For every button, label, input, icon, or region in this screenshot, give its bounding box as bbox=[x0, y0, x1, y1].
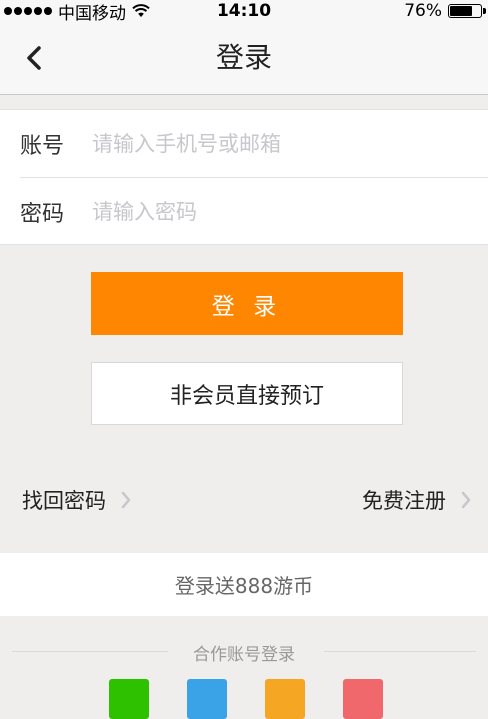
login-button[interactable]: 登 录 bbox=[91, 272, 403, 335]
register-label: 免费注册 bbox=[362, 489, 446, 513]
chevron-right-icon bbox=[460, 491, 472, 509]
forgot-password-link[interactable]: 找回密码 bbox=[22, 482, 132, 518]
alipay-icon[interactable] bbox=[343, 679, 383, 719]
promo-text: 登录送888游币 bbox=[174, 574, 314, 598]
account-label: 账号 bbox=[20, 134, 65, 159]
password-input[interactable] bbox=[92, 192, 488, 232]
password-label: 密码 bbox=[20, 202, 65, 227]
promo-banner: 登录送888游币 bbox=[0, 553, 488, 616]
account-row: 账号 bbox=[0, 110, 488, 178]
register-link[interactable]: 免费注册 bbox=[362, 482, 472, 518]
login-form: 账号 密码 bbox=[0, 109, 488, 245]
partner-login-title: 合作账号登录 bbox=[193, 645, 295, 665]
partner-login-section: 合作账号登录 bbox=[0, 616, 488, 719]
forgot-password-label: 找回密码 bbox=[22, 489, 106, 513]
password-row: 密码 bbox=[0, 178, 488, 246]
qq-icon[interactable] bbox=[187, 679, 227, 719]
battery-icon bbox=[448, 4, 486, 18]
divider-line bbox=[324, 651, 476, 652]
account-input[interactable] bbox=[92, 124, 488, 164]
wechat-icon[interactable] bbox=[109, 679, 149, 719]
battery-percent: 76% bbox=[404, 1, 442, 21]
weibo-icon[interactable] bbox=[265, 679, 305, 719]
page-title: 登录 bbox=[215, 41, 272, 74]
status-bar: 中国移动 14:10 76% bbox=[0, 0, 488, 24]
guest-booking-button[interactable]: 非会员直接预订 bbox=[91, 362, 403, 425]
status-right: 76% bbox=[404, 0, 486, 22]
chevron-right-icon bbox=[120, 491, 132, 509]
battery-fill bbox=[450, 6, 472, 16]
navigation-bar: 登录 bbox=[0, 22, 488, 95]
